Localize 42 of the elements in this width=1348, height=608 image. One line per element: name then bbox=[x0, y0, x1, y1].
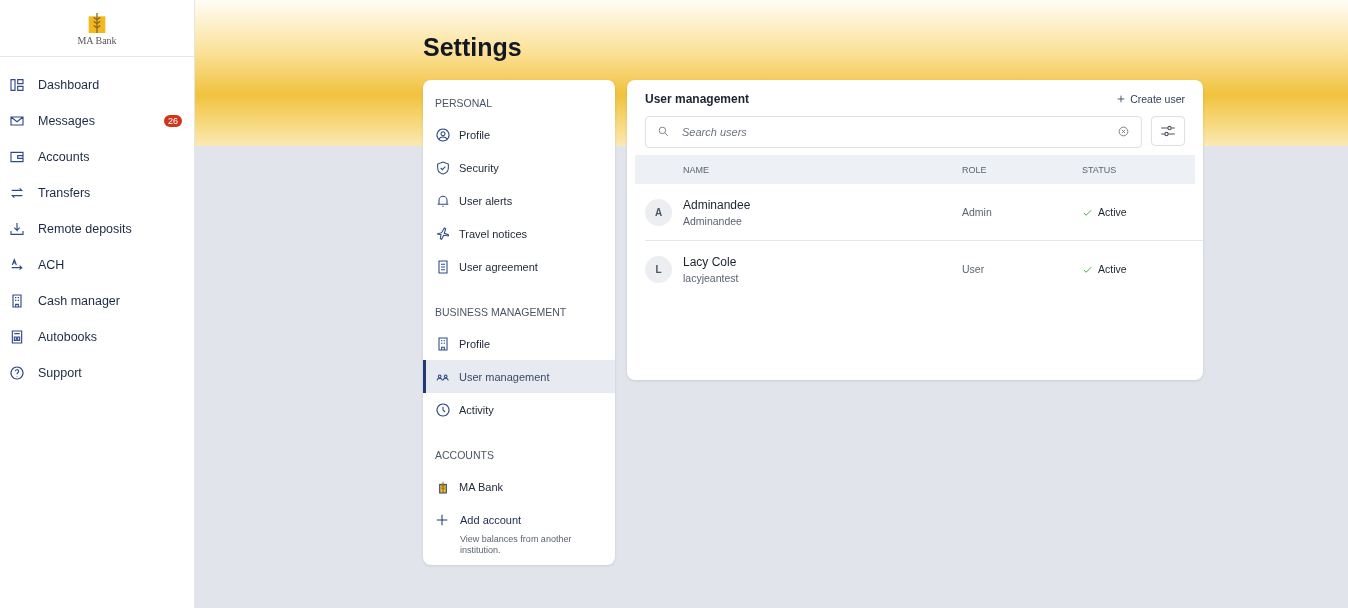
nav-item[interactable]: Messages 26 bbox=[0, 103, 194, 139]
section-heading: ACCOUNTS bbox=[434, 448, 495, 463]
settings-menu-item[interactable]: Security bbox=[423, 151, 615, 184]
nav-item[interactable]: Dashboard bbox=[0, 67, 194, 103]
settings-menu-item[interactable]: User agreement bbox=[423, 250, 615, 283]
user-status: Active bbox=[1098, 263, 1127, 275]
column-header: NAME bbox=[683, 164, 710, 175]
add-account-link[interactable]: Add account bbox=[423, 503, 615, 531]
nav-item[interactable]: Accounts bbox=[0, 139, 194, 175]
search-field[interactable]: Search users bbox=[645, 116, 1142, 148]
user-status: Active bbox=[1098, 206, 1127, 218]
add-account-description: View balances from another institution. bbox=[460, 534, 573, 556]
nav-item[interactable]: Support bbox=[0, 355, 194, 391]
avatar: L bbox=[645, 255, 672, 283]
user-role: Admin bbox=[962, 206, 993, 218]
page-title: Settings bbox=[423, 32, 523, 63]
section-heading: PERSONAL bbox=[434, 96, 494, 111]
column-header: ROLE bbox=[962, 164, 988, 175]
settings-menu-item[interactable]: Profile bbox=[423, 118, 615, 151]
user-username: lacyjeantest bbox=[683, 271, 740, 284]
user-name: Adminandee bbox=[683, 197, 752, 212]
settings-menu-item[interactable]: MA Bank bbox=[423, 470, 615, 503]
settings-menu-item[interactable]: Profile bbox=[423, 327, 615, 360]
nav-item[interactable]: ACH bbox=[0, 247, 194, 283]
unread-count-badge: 26 bbox=[164, 115, 182, 127]
settings-menu-item[interactable]: Travel notices bbox=[423, 217, 615, 250]
nav-item[interactable]: Remote deposits bbox=[0, 211, 194, 247]
nav-item[interactable]: Transfers bbox=[0, 175, 194, 211]
user-username: Adminandee bbox=[683, 214, 743, 227]
settings-menu-item[interactable]: User alerts bbox=[423, 184, 615, 217]
settings-menu-item[interactable]: Activity bbox=[423, 393, 615, 426]
column-header: STATUS bbox=[1082, 164, 1118, 175]
brand-name: MA Bank bbox=[77, 34, 117, 46]
avatar: A bbox=[645, 198, 672, 226]
section-heading: BUSINESS MANAGEMENT bbox=[434, 305, 568, 320]
create-user-button[interactable]: Create user bbox=[1116, 93, 1185, 105]
user-role: User bbox=[962, 263, 986, 275]
panel-title: User management bbox=[645, 92, 750, 106]
user-name: Lacy Cole bbox=[683, 254, 738, 269]
settings-menu-item[interactable]: User management bbox=[423, 360, 615, 393]
nav-item[interactable]: Autobooks bbox=[0, 319, 194, 355]
nav-item[interactable]: Cash manager bbox=[0, 283, 194, 319]
